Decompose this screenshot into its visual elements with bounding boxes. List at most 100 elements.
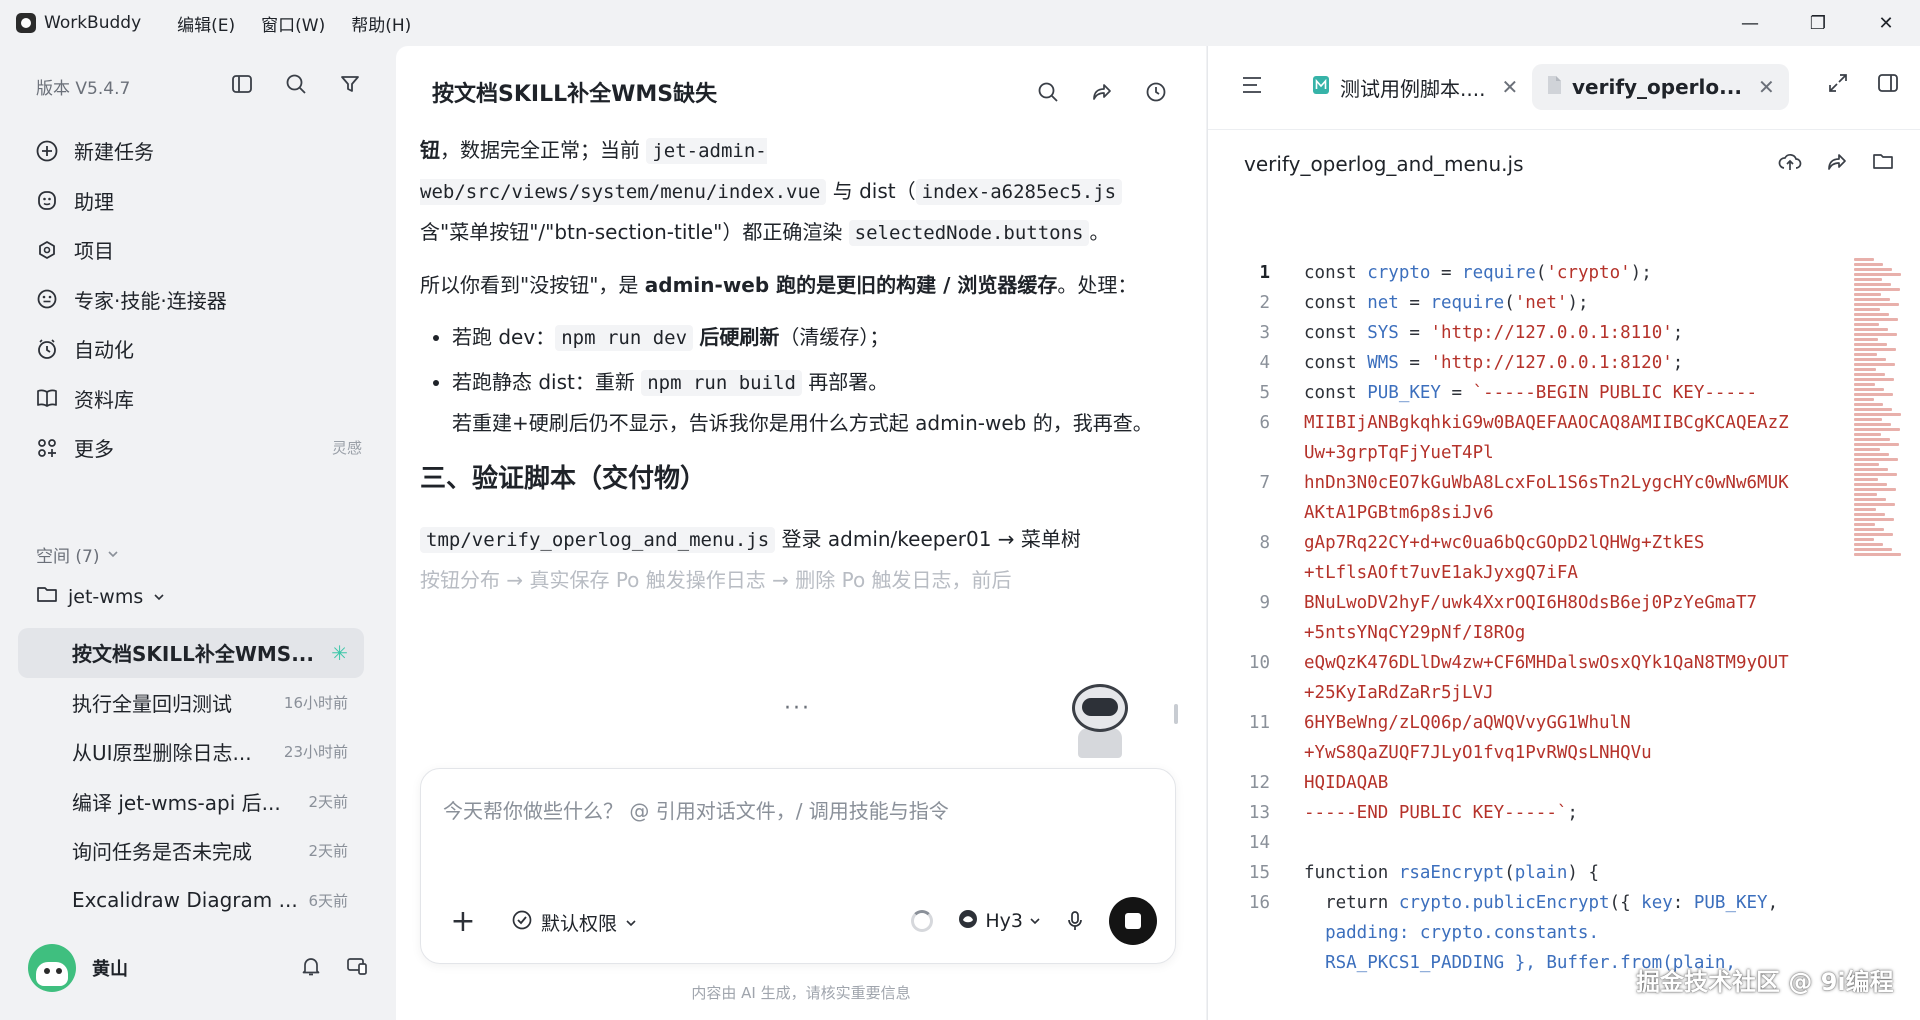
project-icon [34, 237, 60, 263]
nav-library[interactable]: 资料库 [18, 374, 378, 424]
search-icon[interactable] [280, 68, 312, 100]
minimap-line [1854, 463, 1879, 466]
inspiration-tag[interactable]: 灵感 [332, 437, 362, 458]
close-window-button[interactable]: ✕ [1852, 0, 1920, 46]
bell-icon[interactable] [300, 955, 322, 981]
clock-icon [34, 336, 60, 362]
user-profile[interactable]: 黄山 [28, 944, 368, 992]
minimap-line [1854, 493, 1877, 496]
filter-icon[interactable] [334, 68, 366, 100]
nav-more[interactable]: 更多 灵感 [18, 423, 378, 473]
search-icon[interactable] [1032, 76, 1064, 108]
menu-edit[interactable]: 编辑(E) [177, 11, 235, 36]
task-item[interactable]: 询问任务是否未完成 2天前 [18, 826, 364, 876]
folder-icon[interactable] [1872, 151, 1894, 177]
device-icon[interactable] [346, 955, 368, 981]
tab-verify-script[interactable]: verify_operlo... ✕ [1532, 64, 1789, 110]
code-text: -----END PUBLIC KEY-----`; [1304, 803, 1578, 823]
avatar[interactable] [28, 944, 76, 992]
code-text: gAp7Rq22CY+d+wc0ua6bQcGOpD2lQHWg+ZtkES +t… [1304, 533, 1705, 583]
nav-automation[interactable]: 自动化 [18, 324, 378, 374]
task-label: 询问任务是否未完成 [72, 840, 252, 865]
minimap-line [1854, 438, 1890, 441]
stop-generation-button[interactable] [1109, 897, 1157, 945]
nav-experts[interactable]: 专家·技能·连接器 [18, 275, 378, 325]
code-minimap[interactable] [1854, 258, 1902, 628]
code-text: const SYS = 'http://127.0.0.1:8110'; [1304, 323, 1684, 343]
project-folder[interactable]: jet-wms [36, 584, 165, 609]
book-icon [34, 385, 60, 411]
task-time: 23小时前 [283, 743, 348, 762]
line-number: 12 [1248, 773, 1270, 793]
code-text: function rsaEncrypt(plain) { [1304, 863, 1600, 883]
sidebar-toggle-icon[interactable] [226, 68, 258, 100]
minimap-line [1854, 293, 1881, 296]
bold-text: 钮 [420, 138, 440, 162]
tab-test-script[interactable]: 测试用例脚本.... ✕ [1298, 64, 1532, 110]
code-text: HQIDAQAB [1304, 773, 1389, 793]
chat-scrollbar[interactable] [1172, 132, 1180, 772]
close-tab-icon[interactable]: ✕ [1758, 75, 1775, 99]
user-name: 黄山 [92, 959, 128, 980]
minimap-line [1854, 448, 1880, 451]
panel-toggle-icon[interactable] [1877, 72, 1899, 98]
menu-window[interactable]: 窗口(W) [261, 11, 325, 36]
minimap-line [1854, 338, 1878, 341]
bullet-list: 若跑 dev：npm run dev 后硬刷新（清缓存）； 若跑静态 dist：… [420, 317, 1162, 443]
menu-help[interactable]: 帮助(H) [351, 11, 411, 36]
nav-assistant[interactable]: 助理 [18, 176, 378, 226]
scroll-thumb[interactable] [1174, 704, 1178, 724]
close-tab-icon[interactable]: ✕ [1501, 75, 1518, 99]
minimap-line [1854, 478, 1878, 481]
minimap-line [1854, 313, 1889, 316]
minimize-button[interactable]: — [1716, 0, 1784, 46]
space-section[interactable]: 空间 (7) [36, 542, 119, 567]
minimap-line [1854, 373, 1885, 376]
nav-project[interactable]: 项目 [18, 225, 378, 275]
minimap-line [1854, 543, 1883, 546]
minimap-line [1854, 418, 1882, 421]
menu-icon[interactable] [1240, 74, 1264, 100]
message-input[interactable] [443, 799, 1143, 823]
share-icon[interactable] [1086, 76, 1118, 108]
minimap-line [1854, 458, 1898, 461]
minimap-line [1854, 518, 1894, 521]
markdown-file-icon [1312, 75, 1330, 100]
more-options-icon[interactable]: ··· [784, 696, 811, 721]
history-icon[interactable] [1140, 76, 1172, 108]
upload-icon[interactable] [1778, 151, 1802, 177]
task-item[interactable]: Excalidraw Diagram ... 6天前 [18, 876, 364, 926]
task-label: 从UI原型删除日志... [72, 741, 252, 766]
task-item[interactable]: 执行全量回归测试 16小时前 [18, 678, 364, 728]
restore-button[interactable]: ❐ [1784, 0, 1852, 46]
microphone-icon[interactable] [1065, 910, 1085, 932]
expand-icon[interactable] [1827, 72, 1849, 98]
sidebar: 版本 V5.4.7 新建任务 助理 项目 专家·技能·连接器 自动化 资料库 更… [0, 46, 396, 1020]
minimap-line [1854, 263, 1883, 266]
running-spinner-icon: ✳ [331, 640, 348, 665]
line-number: 15 [1248, 863, 1270, 883]
permission-label: 默认权限 [541, 913, 618, 935]
minimap-line [1854, 273, 1901, 276]
code-editor[interactable]: 1 const crypto = require('crypto'); 2 const… [1208, 258, 1848, 1018]
share-icon[interactable] [1826, 151, 1848, 177]
task-item[interactable]: 从UI原型删除日志... 23小时前 [18, 727, 364, 777]
nav-new-task[interactable]: 新建任务 [18, 126, 378, 176]
app-name: WorkBuddy [44, 13, 142, 33]
code-text: BNuLwoDV2hyF/uwk4XxrOQI6H8OdsB6ej0PzYeGm… [1304, 593, 1758, 643]
minimap-line [1854, 388, 1884, 391]
line-number: 9 [1259, 593, 1270, 613]
minimap-line [1854, 318, 1898, 321]
grid-icon [34, 435, 60, 461]
permission-selector[interactable]: 默认权限 [511, 909, 637, 936]
nav-label: 助理 [74, 189, 114, 214]
model-selector[interactable]: Hy3 [957, 908, 1041, 935]
stop-icon [1125, 913, 1141, 929]
line-number: 10 [1248, 653, 1270, 673]
add-attachment-button[interactable]: + [447, 907, 479, 939]
mascot-illustration [1056, 666, 1142, 762]
plus-circle-icon [34, 138, 60, 164]
task-item-active[interactable]: 按文档SKILL补全WMS... ✳ [18, 628, 364, 678]
task-item[interactable]: 编译 jet-wms-api 后... 2天前 [18, 777, 364, 827]
